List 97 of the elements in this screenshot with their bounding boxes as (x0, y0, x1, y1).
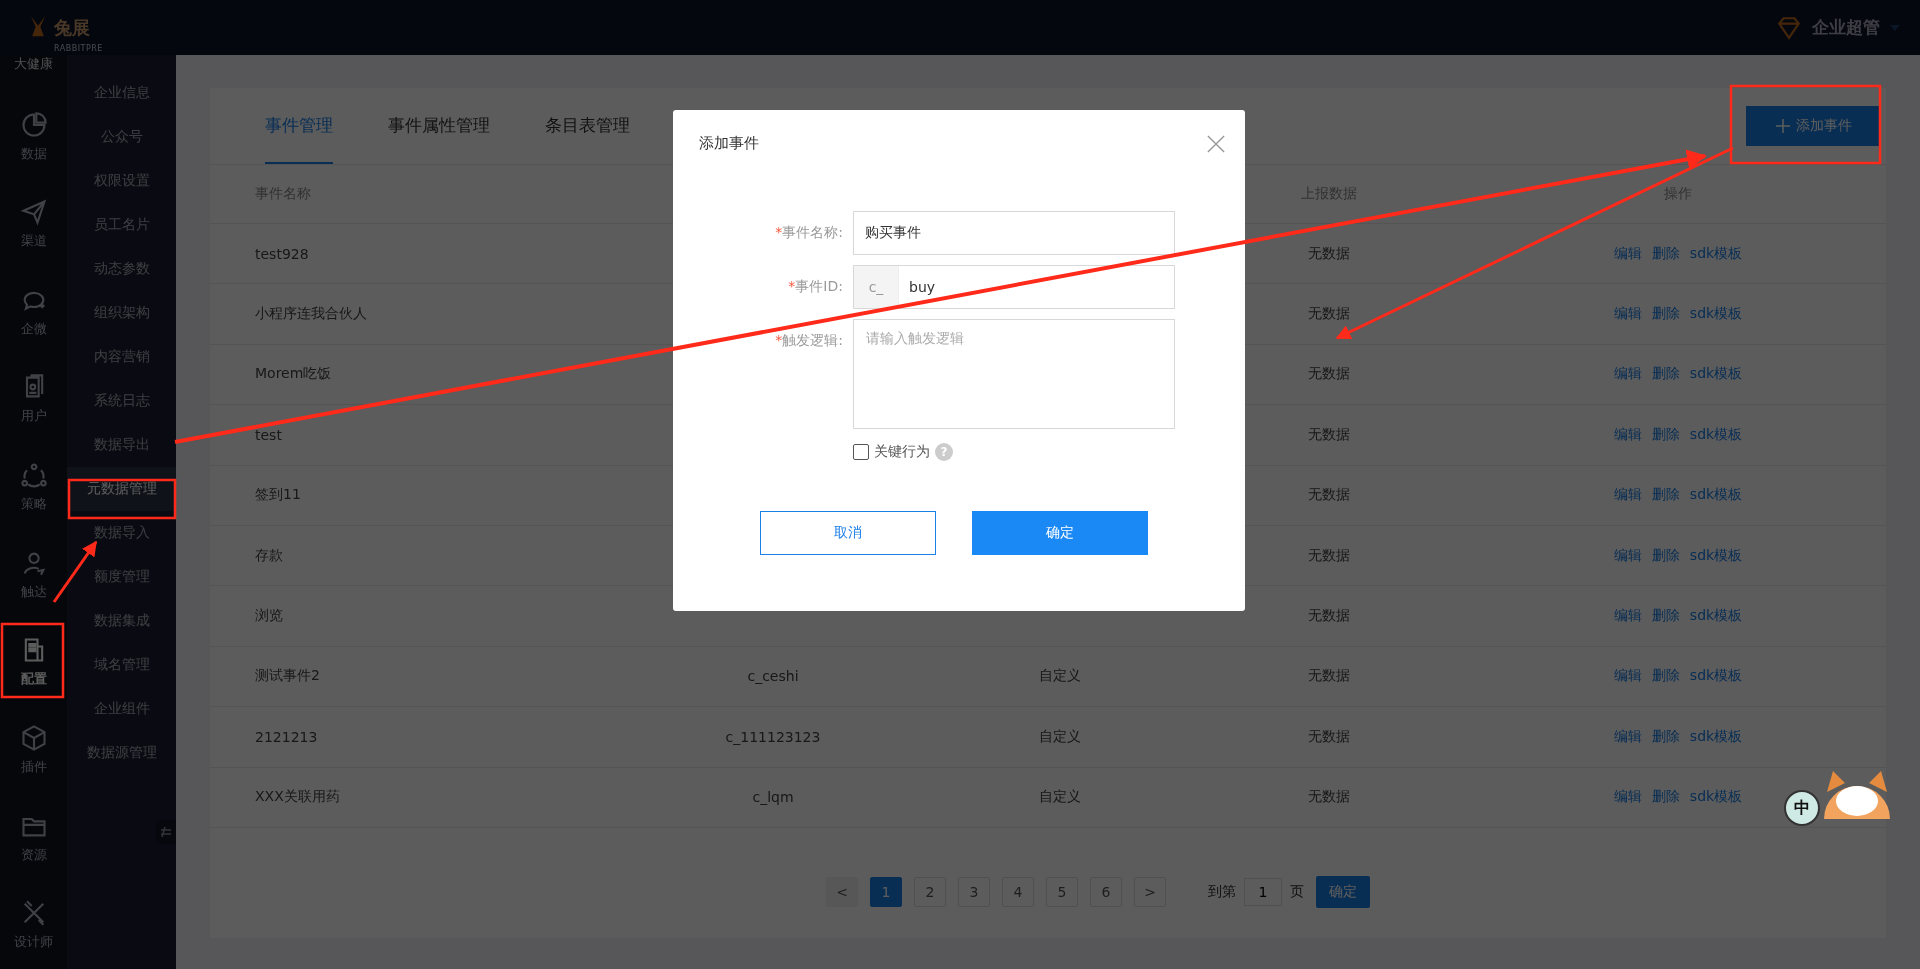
previous-page-button[interactable]: < (826, 876, 858, 907)
plus-icon (1775, 119, 1790, 133)
action-link[interactable]: 删除 (1651, 788, 1680, 807)
table-cell-text: XXX关联用药 (254, 788, 341, 807)
help-icon[interactable]: ? (935, 443, 953, 461)
action-link[interactable]: 删除 (1651, 486, 1680, 505)
table-cell-text: 签到11 (254, 486, 302, 505)
table-cell: 无数据 (1308, 667, 1350, 686)
field-label: *事件名称: (774, 223, 843, 242)
goto-confirm-button[interactable]: 确定 (1316, 875, 1370, 908)
confirm-button[interactable]: 确定 (972, 511, 1148, 555)
action-link[interactable]: 编辑 (1613, 788, 1642, 807)
action-link[interactable]: sdk模板 (1689, 425, 1743, 444)
table-cell: 自定义 (1039, 727, 1081, 746)
table-cell-text: 测试事件2 (254, 667, 321, 686)
field-label: *触发逻辑: (774, 331, 843, 350)
page-unit: 页 (1290, 882, 1304, 901)
action-link[interactable]: sdk模板 (1689, 667, 1743, 686)
action-link[interactable]: 删除 (1651, 607, 1680, 626)
action-link[interactable]: 删除 (1651, 244, 1680, 263)
table-cell: 自定义 (1039, 788, 1081, 807)
action-link[interactable]: sdk模板 (1689, 305, 1743, 324)
action-link[interactable]: 编辑 (1613, 667, 1642, 686)
close-icon[interactable] (1207, 134, 1225, 153)
action-link[interactable]: 编辑 (1613, 607, 1642, 626)
action-link[interactable]: sdk模板 (1689, 244, 1743, 263)
table-cell-text: Morem吃饭 (254, 365, 333, 384)
table-cell-text: 浏览 (254, 607, 284, 626)
add-event-button[interactable]: 添加事件 (1746, 106, 1881, 146)
field-label: *事件ID: (787, 277, 843, 296)
tab[interactable]: 条目表管理 (545, 88, 630, 164)
input-field[interactable]: 购买事件 (853, 211, 1175, 255)
page-button[interactable]: 1 (870, 876, 902, 907)
dialog-title: 添加事件 (699, 134, 759, 153)
action-link[interactable]: sdk模板 (1689, 546, 1743, 565)
page-button[interactable]: 6 (1090, 876, 1122, 907)
org-name: 大健康 (14, 55, 53, 73)
page-input[interactable]: 1 (1244, 877, 1282, 906)
table-cell: 无数据 (1308, 425, 1350, 444)
action-link[interactable]: 删除 (1651, 546, 1680, 565)
checkbox-label: 关键行为 (874, 443, 930, 461)
table-cell-text: test928 (254, 245, 310, 262)
table-cell: 无数据 (1308, 607, 1350, 626)
logo-text: 兔展 (54, 15, 90, 40)
action-link[interactable]: 删除 (1651, 305, 1680, 324)
action-link[interactable]: 编辑 (1613, 486, 1642, 505)
input-prefix: c_ (854, 266, 899, 308)
action-link[interactable]: 编辑 (1613, 546, 1642, 565)
action-link[interactable]: 删除 (1651, 365, 1680, 384)
nodes-icon (19, 461, 48, 490)
table-cell: 无数据 (1308, 486, 1350, 505)
action-link[interactable]: 编辑 (1613, 244, 1642, 263)
submenu-item[interactable]: 元数据管理 (67, 467, 176, 511)
action-link[interactable]: 删除 (1651, 667, 1680, 686)
action-link[interactable]: sdk模板 (1689, 486, 1743, 505)
action-link[interactable]: sdk模板 (1689, 607, 1743, 626)
action-link[interactable]: sdk模板 (1689, 365, 1743, 384)
action-link[interactable]: 编辑 (1613, 365, 1642, 384)
cube-icon (19, 723, 48, 752)
action-link[interactable]: 删除 (1651, 425, 1680, 444)
action-link[interactable]: sdk模板 (1689, 727, 1743, 746)
action-link[interactable]: 编辑 (1613, 727, 1642, 746)
tab[interactable]: 事件属性管理 (388, 88, 490, 164)
table-cell-text: 小程序连我合伙人 (254, 305, 368, 324)
logo-subtitle: RABBITPRE (54, 44, 103, 53)
send-icon (19, 198, 48, 227)
table-cell: c_lqm (752, 789, 794, 806)
action-link[interactable]: sdk模板 (1689, 788, 1743, 807)
table-cell: 无数据 (1308, 546, 1350, 565)
table-cell: 无数据 (1308, 305, 1350, 324)
action-link[interactable]: 编辑 (1613, 305, 1642, 324)
page-button[interactable]: 5 (1046, 876, 1078, 907)
next-page-button[interactable]: > (1134, 876, 1166, 907)
page-button[interactable]: 4 (1002, 876, 1034, 907)
table-cell: c_111123123 (725, 728, 821, 745)
goto-label: 到第 (1208, 882, 1236, 901)
action-link[interactable]: 编辑 (1613, 425, 1642, 444)
table-cell-text: 存款 (254, 546, 284, 565)
table-cell: 自定义 (1039, 667, 1081, 686)
textarea-field[interactable]: 请输入触发逻辑 (853, 319, 1175, 429)
table-cell: c_ceshi (747, 668, 799, 685)
table-cell: 无数据 (1308, 365, 1350, 384)
table-cell-text: test (254, 426, 283, 443)
input-field[interactable]: c_ buy (853, 265, 1175, 309)
table-cell-text: 2121213 (254, 728, 319, 745)
diamond-icon (1776, 14, 1802, 41)
table-cell: 无数据 (1308, 727, 1350, 746)
page-button[interactable]: 3 (958, 876, 990, 907)
tab[interactable]: 事件管理 (265, 88, 333, 164)
pie-chart-icon (19, 110, 48, 139)
checkbox[interactable] (853, 444, 869, 460)
nav-item[interactable]: 配置 (0, 618, 67, 707)
action-link[interactable]: 删除 (1651, 727, 1680, 746)
table-cell: 无数据 (1308, 788, 1350, 807)
table-cell: 无数据 (1308, 244, 1350, 263)
page-button[interactable]: 2 (914, 876, 946, 907)
cancel-button[interactable]: 取消 (760, 511, 936, 555)
